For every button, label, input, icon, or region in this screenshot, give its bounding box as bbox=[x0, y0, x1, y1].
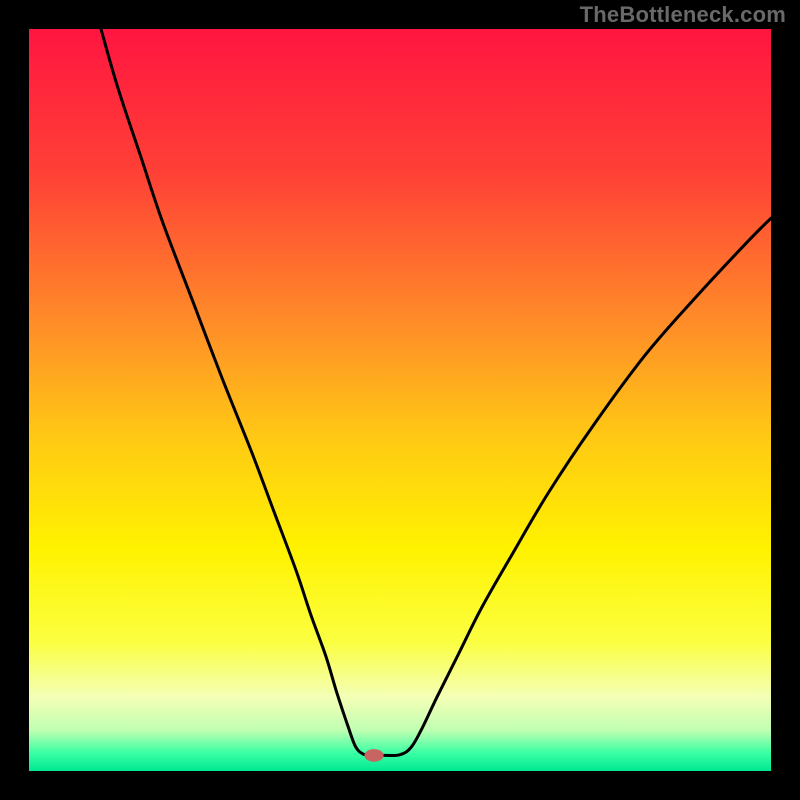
chart-frame: TheBottleneck.com bbox=[0, 0, 800, 800]
bottleneck-chart bbox=[29, 29, 771, 771]
gradient-background bbox=[29, 29, 771, 771]
optimal-point-marker bbox=[364, 749, 383, 762]
attribution-text: TheBottleneck.com bbox=[580, 2, 786, 28]
